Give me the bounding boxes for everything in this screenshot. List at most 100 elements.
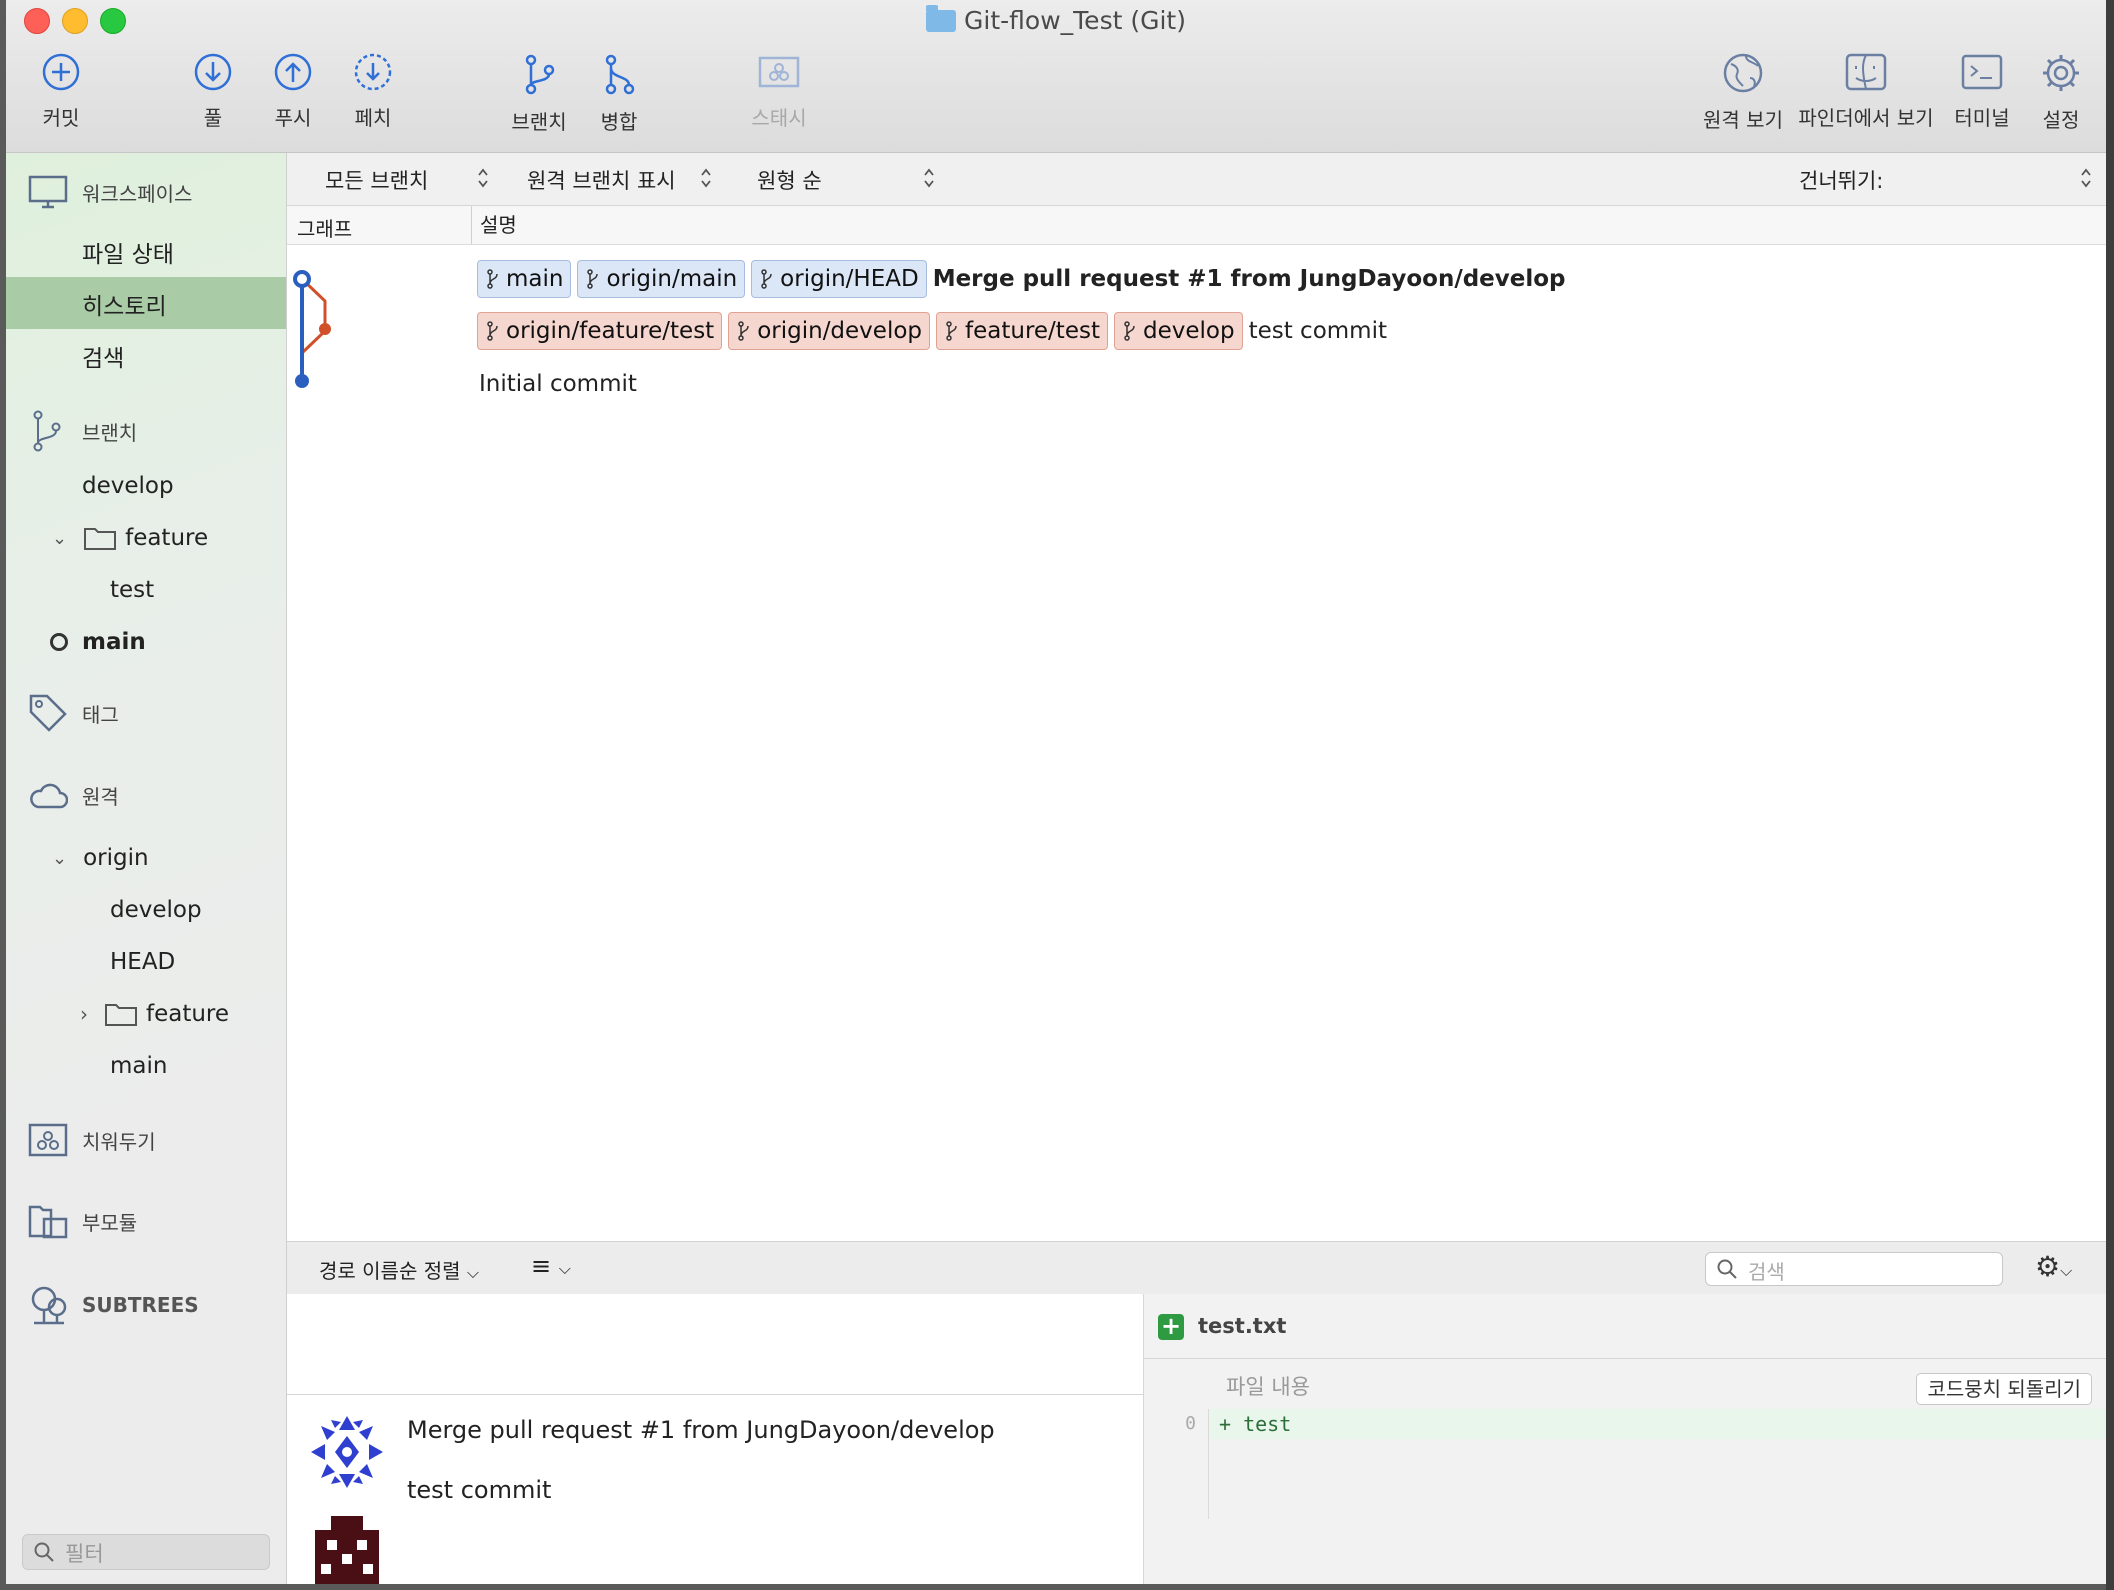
app-window: Git-flow_Test (Git) 커밋 풀 푸시 페치 브랜치 병합 스태… xyxy=(6,0,2106,1584)
sidebar-item-branch-feature-test[interactable]: test xyxy=(110,577,154,603)
gear-icon: ⚙ xyxy=(2035,1250,2061,1283)
arrow-down-circle-icon xyxy=(194,53,232,91)
show-remote-branches-select[interactable]: 원격 브랜치 표시 xyxy=(527,165,676,195)
sidebar-section-workspace[interactable]: 워크스페이스 xyxy=(28,175,192,209)
branch-icon xyxy=(946,321,957,341)
monitor-icon xyxy=(28,175,68,209)
chevron-down-icon[interactable]: ⌄ xyxy=(52,848,67,869)
folder-label: feature xyxy=(146,1001,230,1027)
sidebar-item-history[interactable]: 히스토리 xyxy=(82,287,167,321)
window-edge xyxy=(2106,0,2114,1590)
branch-icon xyxy=(487,321,498,341)
finder-view-label: 파인더에서 보기 xyxy=(1798,106,1934,130)
stash-icon xyxy=(758,56,800,88)
diff-line-number: 0 xyxy=(1185,1413,1196,1434)
commit-list-header: 그래프 설명 xyxy=(287,206,2106,245)
list-icon: ≡ xyxy=(531,1252,552,1280)
chevron-down-icon[interactable]: ⌄ xyxy=(52,528,67,549)
branch-tag-label: origin/main xyxy=(606,266,738,292)
sidebar-item-file-status[interactable]: 파일 상태 xyxy=(82,235,174,269)
sidebar-item-search[interactable]: 검색 xyxy=(82,339,124,373)
cloud-icon xyxy=(30,783,68,808)
folder-icon xyxy=(105,1004,137,1026)
commit-button[interactable]: 커밋 xyxy=(6,52,116,131)
sidebar-filter-input[interactable]: 필터 xyxy=(22,1534,270,1570)
action-menu-button[interactable]: ⚙⌵ xyxy=(2035,1250,2072,1283)
jump-to-select[interactable]: 건너뛰기: xyxy=(1799,165,1883,195)
commit-detail-message: test commit xyxy=(407,1476,552,1504)
gear-icon xyxy=(2043,55,2079,91)
sidebar-section-branches[interactable]: 브랜치 xyxy=(28,409,137,453)
divider xyxy=(287,1394,1143,1395)
branch-tag: origin/develop xyxy=(728,312,931,350)
file-search-input[interactable]: 검색 xyxy=(1705,1252,2003,1286)
diff-line-text: + test xyxy=(1219,1412,1292,1436)
current-branch-icon xyxy=(50,633,68,651)
chevron-down-icon: ⌵ xyxy=(2060,1261,2073,1280)
window-title: Git-flow_Test (Git) xyxy=(6,5,2106,35)
workspace-title: 워크스페이스 xyxy=(82,181,193,206)
branch-scope-select[interactable]: 모든 브랜치 xyxy=(325,165,428,195)
sidebar-item-remote-origin[interactable]: ⌄ origin xyxy=(52,845,149,871)
sort-by-path-select[interactable]: 경로 이름순 정렬 ⌵ xyxy=(319,1255,479,1284)
commit-message: Merge pull request #1 from JungDayoon/de… xyxy=(932,266,1566,292)
commit-row[interactable]: Initial commit xyxy=(287,358,2106,410)
branch-icon xyxy=(587,269,599,289)
remote-view-button[interactable]: 원격 보기 xyxy=(1678,52,1808,133)
commit-detail-message: Merge pull request #1 from JungDayoon/de… xyxy=(407,1416,995,1444)
merge-button[interactable]: 병합 xyxy=(569,52,669,135)
description-column-header[interactable]: 설명 xyxy=(471,206,517,244)
sidebar-item-branch-folder-feature[interactable]: ⌄ feature xyxy=(52,525,208,551)
graph-column-header[interactable]: 그래프 xyxy=(297,213,352,242)
search-icon xyxy=(1717,1259,1737,1279)
folder-label: feature xyxy=(125,525,209,551)
sidebar-section-remotes[interactable]: 원격 xyxy=(28,781,119,810)
branch-tag-label: origin/HEAD xyxy=(780,266,919,292)
sort-order-select[interactable]: 원형 순 xyxy=(757,165,822,195)
branch-tag-label: origin/develop xyxy=(757,318,923,344)
hunk-header: 파일 내용 코드뭉치 되돌리기 xyxy=(1144,1359,2106,1409)
sidebar-item-remote-main[interactable]: main xyxy=(110,1053,167,1079)
fetch-button[interactable]: 페치 xyxy=(323,52,423,131)
search-icon xyxy=(34,1542,54,1562)
branch-icon xyxy=(761,269,772,289)
stash-icon xyxy=(28,1123,68,1157)
fetch-icon xyxy=(354,53,392,91)
chevron-down-icon: ⌵ xyxy=(558,1259,571,1278)
settings-button[interactable]: 설정 xyxy=(2011,52,2106,133)
chevron-down-icon: ⌵ xyxy=(466,1263,480,1282)
history-view: 모든 브랜치 원격 브랜치 표시 원형 순 건너뛰기: 그래프 설명 main o… xyxy=(287,153,2106,1584)
settings-label: 설정 xyxy=(2042,108,2080,132)
diff-file-header: + test.txt xyxy=(1144,1294,2106,1359)
branch-icon xyxy=(33,410,61,452)
sidebar-item-remote-head[interactable]: HEAD xyxy=(110,949,175,975)
current-branch-label: main xyxy=(82,629,146,655)
chevron-right-icon[interactable]: › xyxy=(80,1002,88,1026)
discard-hunk-button[interactable]: 코드뭉치 되돌리기 xyxy=(1916,1373,2092,1405)
diff-pane: + test.txt 파일 내용 코드뭉치 되돌리기 0 + test xyxy=(1144,1294,2106,1584)
tags-title: 태그 xyxy=(82,702,119,727)
list-view-toggle[interactable]: ≡ ⌵ xyxy=(531,1252,571,1280)
sidebar-item-remote-folder-feature[interactable]: › feature xyxy=(80,1001,229,1027)
sidebar-item-remote-develop[interactable]: develop xyxy=(110,897,202,923)
hunk-title: 파일 내용 xyxy=(1226,1375,1310,1399)
sidebar-item-branch-main[interactable]: main xyxy=(50,629,146,655)
finder-icon xyxy=(1845,53,1887,91)
merge-icon xyxy=(605,54,635,95)
stash-button[interactable]: 스태시 xyxy=(729,52,829,131)
branch-tag-label: feature/test xyxy=(965,318,1100,344)
sort-label: 경로 이름순 정렬 xyxy=(319,1259,461,1283)
commit-details-pane: Merge pull request #1 from JungDayoon/de… xyxy=(287,1294,1144,1584)
commit-row[interactable]: origin/feature/test origin/develop feature… xyxy=(287,306,2106,358)
sidebar-section-tags[interactable]: 태그 xyxy=(28,693,119,733)
submodules-title: 부모듈 xyxy=(82,1210,138,1235)
updown-chevron-icon xyxy=(701,168,711,188)
sidebar-section-subtrees[interactable]: SUBTREES xyxy=(28,1285,199,1325)
sidebar-item-branch-develop[interactable]: develop xyxy=(82,473,174,499)
sidebar-section-submodules[interactable]: 부모듈 xyxy=(28,1203,137,1239)
sidebar-section-stashes[interactable]: 치워두기 xyxy=(28,1123,156,1157)
commit-row[interactable]: main origin/main origin/HEAD Merge pull req… xyxy=(287,254,2106,306)
updown-chevron-icon xyxy=(478,168,488,188)
finder-view-button[interactable]: 파인더에서 보기 xyxy=(1791,52,1941,131)
diff-file-name: test.txt xyxy=(1198,1314,1287,1338)
